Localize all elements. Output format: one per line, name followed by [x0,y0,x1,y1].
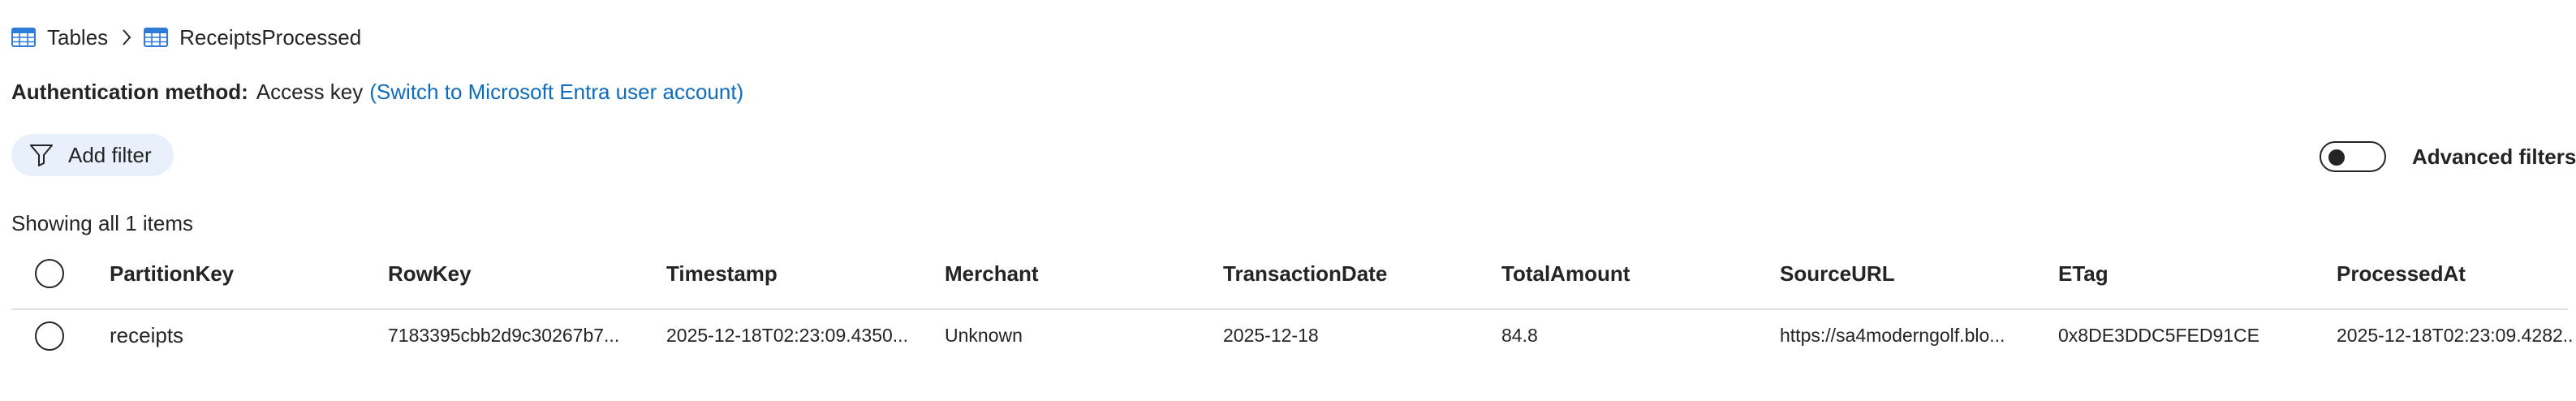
breadcrumb-item-current-table: ReceiptsProcessed [179,24,362,50]
filter-icon [11,144,54,166]
chevron-right-icon [121,28,132,46]
cell-etag[interactable]: 0x8DE3DDC5FED91CE [2058,319,2318,351]
auth-method-value: Access key [256,79,364,104]
results-summary: Showing all 1 items [11,211,193,235]
select-all-radio[interactable] [35,259,64,288]
cell-merchant[interactable]: Unknown [945,319,1204,351]
column-header-partitionkey[interactable]: PartitionKey [110,257,234,291]
switch-auth-link[interactable]: (Switch to Microsoft Entra user account) [369,80,743,105]
column-header-totalamount[interactable]: TotalAmount [1501,257,1630,291]
column-header-processedat[interactable]: ProcessedAt [2337,257,2466,291]
cell-timestamp[interactable]: 2025-12-18T02:23:09.4350... [666,319,926,351]
column-header-timestamp[interactable]: Timestamp [666,257,778,291]
cell-sourceurl[interactable]: https://sa4moderngolf.blo... [1780,319,2040,351]
advanced-filters-label: Advanced filters [2412,144,2576,169]
cell-totalamount[interactable]: 84.8 [1501,319,1761,351]
cell-rowkey[interactable]: 7183395cbb2d9c30267b7... [388,319,648,351]
auth-method-label: Authentication method: [11,79,248,104]
table-icon [144,28,169,47]
column-header-transactiondate[interactable]: TransactionDate [1223,257,1387,291]
column-header-rowkey[interactable]: RowKey [388,257,472,291]
row-select-radio[interactable] [35,321,64,351]
advanced-filters-toggle[interactable] [2320,141,2386,172]
add-filter-label: Add filter [68,142,152,167]
toggle-knob [2328,149,2345,166]
header-divider [11,308,2568,310]
column-header-sourceurl[interactable]: SourceURL [1780,257,1895,291]
table-icon [11,28,36,47]
breadcrumb: Tables ReceiptsProcessed [11,23,361,52]
add-filter-button[interactable]: Add filter [11,134,174,176]
breadcrumb-item-tables[interactable]: Tables [47,25,108,50]
column-header-etag[interactable]: ETag [2058,257,2109,291]
auth-method-row: Authentication method: Access key (Switc… [11,78,743,106]
cell-processedat[interactable]: 2025-12-18T02:23:09.4282... [2337,319,2574,351]
table-browser: Tables ReceiptsProcessed Authentication … [0,0,2576,401]
cell-transactiondate[interactable]: 2025-12-18 [1223,319,1483,351]
cell-partitionkey[interactable]: receipts [110,319,369,351]
column-header-merchant[interactable]: Merchant [945,257,1039,291]
